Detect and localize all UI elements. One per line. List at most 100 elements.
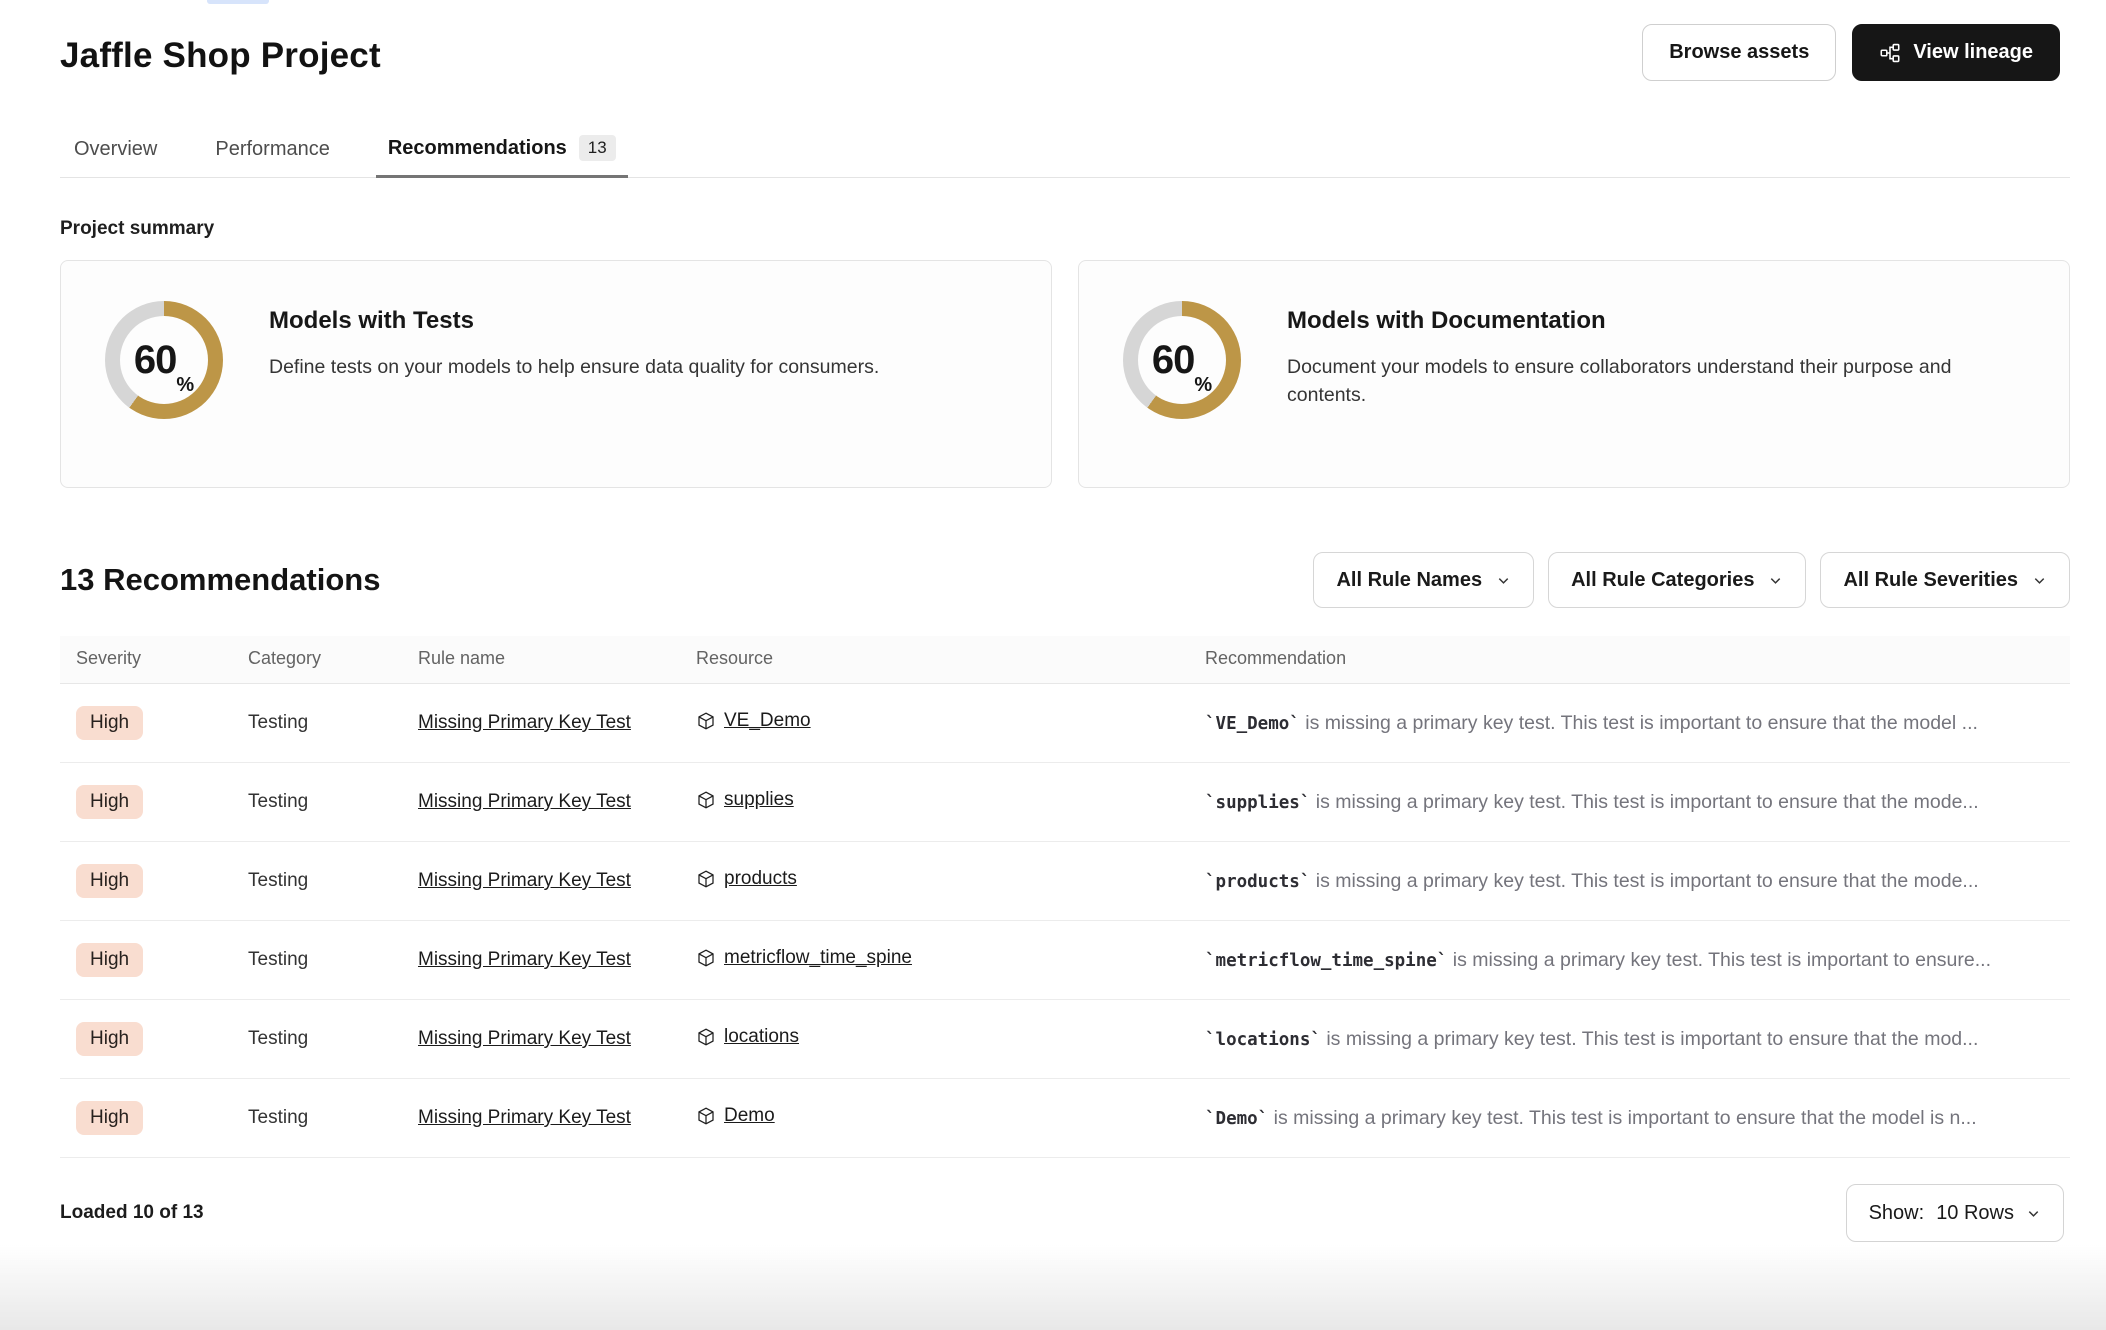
project-summary-label: Project summary — [60, 218, 2070, 240]
view-lineage-button[interactable]: View lineage — [1852, 24, 2060, 81]
resource-link[interactable]: VE_Demo — [724, 710, 811, 732]
recommendation-code: `VE_Demo` — [1205, 714, 1300, 734]
tests-percent-value: 60 — [134, 338, 177, 383]
recommendation-code: `Demo` — [1205, 1109, 1268, 1129]
category-cell: Testing — [248, 1028, 308, 1049]
recommendation-text: is missing a primary key test. This test… — [1310, 791, 1978, 813]
recommendation-text: is missing a primary key test. This test… — [1268, 1107, 1976, 1129]
rule-names-filter[interactable]: All Rule Names — [1313, 552, 1534, 608]
filter-bar: All Rule Names All Rule Categories All R… — [1313, 552, 2070, 608]
chevron-down-icon — [1768, 573, 1783, 588]
tab-overview[interactable]: Overview — [62, 130, 169, 177]
resource-link[interactable]: metricflow_time_spine — [724, 947, 912, 969]
category-cell: Testing — [248, 1107, 308, 1128]
col-category: Category — [232, 636, 402, 684]
col-rule-name: Rule name — [402, 636, 680, 684]
model-cube-icon — [696, 869, 716, 889]
rule-name-link[interactable]: Missing Primary Key Test — [418, 791, 631, 812]
scroll-fade-overlay — [0, 1245, 2106, 1330]
tab-performance[interactable]: Performance — [203, 130, 342, 177]
page-header: Jaffle Shop Project Browse assets View l… — [60, 24, 2070, 81]
model-cube-icon — [696, 948, 716, 968]
project-page: Jaffle Shop Project Browse assets View l… — [0, 0, 2106, 1242]
rows-per-page-select[interactable]: Show: 10 Rows — [1846, 1184, 2064, 1242]
severity-badge: High — [76, 785, 143, 819]
table-row: High Testing Missing Primary Key Test metri… — [60, 921, 2070, 1000]
tests-donut-chart: 60 % — [105, 301, 223, 419]
table-footer: Loaded 10 of 13 Show: 10 Rows — [60, 1184, 2070, 1242]
severity-badge: High — [76, 864, 143, 898]
table-row: High Testing Missing Primary Key Test suppl… — [60, 763, 2070, 842]
show-value: 10 Rows — [1936, 1202, 2014, 1225]
rule-name-link[interactable]: Missing Primary Key Test — [418, 949, 631, 970]
severity-badge: High — [76, 706, 143, 740]
resource-link[interactable]: supplies — [724, 789, 794, 811]
category-cell: Testing — [248, 712, 308, 733]
recommendation-text: is missing a primary key test. This test… — [1310, 870, 1978, 892]
models-with-documentation-card: 60 % Models with Documentation Document … — [1078, 260, 2070, 488]
table-row: High Testing Missing Primary Key Test VE_De… — [60, 684, 2070, 763]
category-cell: Testing — [248, 949, 308, 970]
col-severity: Severity — [60, 636, 232, 684]
recommendations-heading: 13 Recommendations — [60, 562, 380, 598]
rule-categories-filter[interactable]: All Rule Categories — [1548, 552, 1806, 608]
documentation-percent-suffix: % — [1194, 374, 1212, 404]
recommendation-text: is missing a primary key test. This test… — [1321, 1028, 1978, 1050]
recommendation-code: `metricflow_time_spine` — [1205, 951, 1447, 971]
rule-name-link[interactable]: Missing Primary Key Test — [418, 870, 631, 891]
col-resource: Resource — [680, 636, 1189, 684]
chevron-down-icon — [1496, 573, 1511, 588]
recommendation-text: is missing a primary key test. This test… — [1300, 712, 1978, 734]
chevron-down-icon — [2032, 573, 2047, 588]
category-cell: Testing — [248, 791, 308, 812]
browse-assets-button[interactable]: Browse assets — [1642, 24, 1836, 81]
view-lineage-label: View lineage — [1913, 41, 2033, 64]
recommendation-code: `products` — [1205, 872, 1310, 892]
tab-performance-label: Performance — [215, 138, 330, 161]
page-title: Jaffle Shop Project — [60, 36, 381, 76]
recommendation-code: `supplies` — [1205, 793, 1310, 813]
resource-link[interactable]: products — [724, 868, 797, 890]
show-label: Show: — [1869, 1202, 1925, 1225]
browse-assets-label: Browse assets — [1669, 41, 1809, 64]
severity-badge: High — [76, 1022, 143, 1056]
documentation-card-description: Document your models to ensure collabora… — [1287, 353, 2025, 410]
rule-name-link[interactable]: Missing Primary Key Test — [418, 712, 631, 733]
loaded-count-label: Loaded 10 of 13 — [60, 1202, 204, 1224]
rule-severities-filter[interactable]: All Rule Severities — [1820, 552, 2070, 608]
tests-percent-suffix: % — [176, 374, 194, 404]
tab-recommendations-label: Recommendations — [388, 137, 567, 160]
tab-recommendations[interactable]: Recommendations 13 — [376, 127, 628, 177]
rule-name-link[interactable]: Missing Primary Key Test — [418, 1107, 631, 1128]
header-actions: Browse assets View lineage — [1642, 24, 2060, 81]
recommendation-code: `locations` — [1205, 1030, 1321, 1050]
model-cube-icon — [696, 711, 716, 731]
rule-name-link[interactable]: Missing Primary Key Test — [418, 1028, 631, 1049]
lineage-graph-icon — [1879, 42, 1901, 64]
documentation-percent-value: 60 — [1152, 338, 1195, 383]
recommendation-text: is missing a primary key test. This test… — [1447, 949, 1991, 971]
resource-link[interactable]: Demo — [724, 1105, 775, 1127]
documentation-donut-chart: 60 % — [1123, 301, 1241, 419]
tests-card-title: Models with Tests — [269, 307, 879, 335]
tab-overview-label: Overview — [74, 138, 157, 161]
chevron-down-icon — [2026, 1206, 2041, 1221]
table-row: HighTestingMissing Primary Key TestDemo`… — [60, 1079, 2070, 1158]
model-cube-icon — [696, 790, 716, 810]
tab-recommendations-count-badge: 13 — [579, 135, 616, 161]
model-cube-icon — [696, 1106, 716, 1126]
resource-link[interactable]: locations — [724, 1026, 799, 1048]
category-cell: Testing — [248, 870, 308, 891]
col-recommendation: Recommendation — [1189, 636, 2070, 684]
severity-badge: High — [76, 943, 143, 977]
tab-bar: Overview Performance Recommendations 13 — [60, 127, 2070, 178]
recommendations-table: Severity Category Rule name Resource Rec… — [60, 636, 2070, 1158]
table-row: High Testing Missing Primary Key Test produ… — [60, 842, 2070, 921]
table-header-row: Severity Category Rule name Resource Rec… — [60, 636, 2070, 684]
summary-cards: 60 % Models with Tests Define tests on y… — [60, 260, 2070, 488]
models-with-tests-card: 60 % Models with Tests Define tests on y… — [60, 260, 1052, 488]
documentation-card-title: Models with Documentation — [1287, 307, 2025, 335]
recommendations-header: 13 Recommendations All Rule Names All Ru… — [60, 552, 2070, 608]
tests-card-description: Define tests on your models to help ensu… — [269, 353, 879, 381]
table-row: High Testing Missing Primary Key Test locat… — [60, 1000, 2070, 1079]
